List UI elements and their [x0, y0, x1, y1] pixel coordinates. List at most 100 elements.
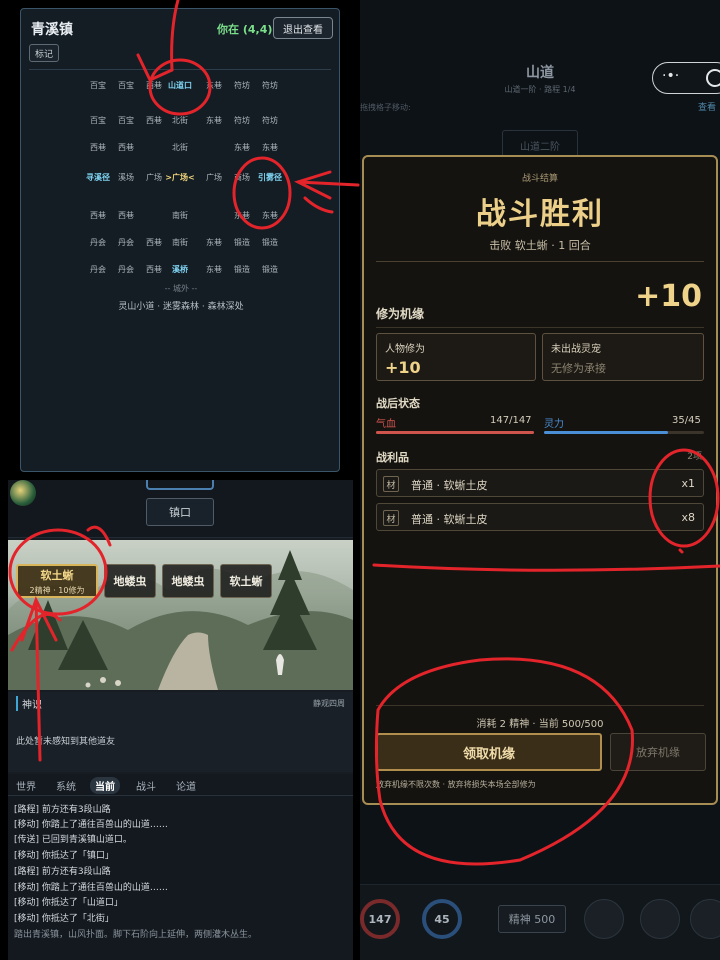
hp-label: 气血: [376, 419, 396, 430]
mp-orb: 45: [422, 899, 462, 939]
chat-log-panel: 世界 系统 当前 战斗 论道 [路程] 前方还有3段山路 [移动] 你踏上了通往…: [8, 774, 353, 960]
log-line: [移动] 你抵达了「镇口」: [14, 851, 114, 861]
map-cell[interactable]: 广场: [199, 171, 229, 185]
log-line-narration: 踏出青溪镇，山风扑面。脚下石阶向上延伸，两侧灌木丛生。: [14, 930, 258, 940]
map-cell[interactable]: 东巷: [199, 263, 229, 277]
mark-button[interactable]: 标记: [29, 44, 59, 62]
divider: [376, 705, 704, 706]
battle-summary: 击败 软土蜥 · 1 回合: [489, 239, 591, 252]
map-cell[interactable]: 东巷: [255, 141, 285, 155]
log-tabs: 世界 系统 当前 战斗 论道: [8, 774, 353, 796]
map-outside-places: 灵山小道 · 迷雾森林 · 森林深处: [118, 302, 244, 312]
route-area: 镇口: [8, 480, 353, 538]
map-cell[interactable]: 西巷: [83, 141, 113, 155]
enemy-card-1[interactable]: 软土蜥 2精神 · 10修为: [16, 564, 98, 598]
enemy-card-4[interactable]: 软土蜥: [220, 564, 272, 598]
claim-button[interactable]: 领取机缘: [376, 733, 602, 771]
map-cell[interactable]: 锻造: [227, 263, 257, 277]
map-cell[interactable]: 符坊: [227, 114, 257, 128]
tab-world[interactable]: 世界: [16, 778, 36, 793]
map-cell[interactable]: 山道口: [165, 79, 195, 93]
map-cell[interactable]: 符坊: [255, 114, 285, 128]
map-cell[interactable]: >广场<: [165, 171, 195, 185]
divider: [376, 327, 704, 328]
map-cell[interactable]: 西巷: [111, 209, 141, 223]
route-node-town[interactable]: 镇口: [146, 498, 214, 526]
gain-label: 修为机缘: [376, 307, 425, 321]
enemy-name: 地蝼虫: [171, 575, 205, 588]
map-cell[interactable]: 符坊: [227, 79, 257, 93]
loot-item[interactable]: 材 普通 · 软蜥土皮 x1: [376, 469, 704, 497]
map-cell[interactable]: 丹会: [111, 263, 141, 277]
map-cell[interactable]: 东巷: [199, 79, 229, 93]
map-cell[interactable]: 溪桥: [165, 263, 195, 277]
map-cell[interactable]: 丹会: [111, 236, 141, 250]
hp-bar: [376, 431, 534, 434]
forfeit-button[interactable]: 放弃机缘: [610, 733, 706, 771]
drag-hint: 拖拽格子移动:: [360, 103, 411, 112]
sword-icon[interactable]: [584, 899, 624, 939]
hp-orb-value: 147: [368, 912, 392, 926]
map-cell[interactable]: 商场: [227, 171, 257, 185]
map-cell[interactable]: 东巷: [227, 209, 257, 223]
tab-current[interactable]: 当前: [90, 777, 120, 794]
scene-landscape: 软土蜥 2精神 · 10修为 地蝼虫 地蝼虫 软土蜥: [8, 540, 353, 690]
map-cell[interactable]: 百宝: [111, 79, 141, 93]
tab-battle[interactable]: 战斗: [136, 778, 156, 793]
map-cell[interactable]: 北街: [165, 141, 195, 155]
town-map-panel: 青溪镇 你在 (4,4) 退出查看 标记 百宝 百宝 西巷 山道口 东巷 符坊 符坊 百宝 百宝…: [20, 8, 340, 472]
route-node-current[interactable]: [146, 480, 214, 490]
post-battle-label: 战后状态: [376, 397, 420, 410]
map-cell[interactable]: 溪场: [111, 171, 141, 185]
enemy-card-3[interactable]: 地蝼虫: [162, 564, 214, 598]
loot-item[interactable]: 材 普通 · 软蜥土皮 x8: [376, 503, 704, 531]
exit-view-button[interactable]: 退出查看: [273, 17, 333, 39]
map-cell[interactable]: 南街: [165, 209, 195, 223]
map-cell[interactable]: 锻造: [255, 236, 285, 250]
mp-orb-value: 45: [434, 912, 450, 926]
map-cell[interactable]: 符坊: [255, 79, 285, 93]
enemy-name: 软土蜥: [40, 568, 74, 582]
tab-system[interactable]: 系统: [56, 778, 76, 793]
map-title: 青溪镇: [31, 22, 73, 38]
log-line: [移动] 你踏上了通往百兽山的山道……: [14, 820, 168, 830]
material-tag: 材: [383, 510, 399, 526]
loot-name: 普通 · 软蜥土皮: [411, 479, 488, 492]
map-cell[interactable]: 锻造: [227, 236, 257, 250]
bag-icon[interactable]: [690, 899, 720, 939]
map-cell[interactable]: 东巷: [199, 236, 229, 250]
map-cell[interactable]: 西巷: [83, 209, 113, 223]
enemy-card-2[interactable]: 地蝼虫: [104, 564, 156, 598]
log-line: [移动] 你踏上了通往百兽山的山道……: [14, 883, 168, 893]
map-cell[interactable]: 锻造: [255, 263, 285, 277]
map-cell[interactable]: 西巷: [111, 141, 141, 155]
map-cell[interactable]: 丹会: [83, 236, 113, 250]
tab-discuss[interactable]: 论道: [176, 778, 196, 793]
loot-count: 2项: [687, 452, 702, 462]
map-cell[interactable]: 东巷: [227, 141, 257, 155]
sense-section: 神识 静观四周 此处暂未感知到其他道友: [8, 692, 353, 772]
character-icon[interactable]: [640, 899, 680, 939]
map-cell[interactable]: 南街: [165, 236, 195, 250]
map-cell[interactable]: 百宝: [111, 114, 141, 128]
battle-result-modal: 战斗结算 战斗胜利 击败 软土蜥 · 1 回合 修为机缘 +10 人物修为 +1…: [362, 155, 718, 805]
more-icon[interactable]: ·•·: [662, 68, 679, 84]
look-button[interactable]: 查看: [698, 100, 716, 113]
sense-text: 此处暂未感知到其他道友: [16, 737, 116, 747]
hp-bar-fill: [376, 431, 534, 434]
log-line: [移动] 你抵达了「山道口」: [14, 898, 123, 908]
character-gain-label: 人物修为: [385, 344, 425, 355]
map-cell[interactable]: 百宝: [83, 114, 113, 128]
map-cell[interactable]: 百宝: [83, 79, 113, 93]
log-line: [传送] 已回到青溪镇山道口。: [14, 835, 132, 845]
observe-button[interactable]: 静观四周: [313, 698, 345, 709]
log-line: [路程] 前方还有3段山路: [14, 867, 111, 877]
map-cell[interactable]: 东巷: [199, 114, 229, 128]
map-cell[interactable]: 丹会: [83, 263, 113, 277]
map-cell[interactable]: 东巷: [255, 209, 285, 223]
map-cell[interactable]: 寻溪径: [83, 171, 113, 185]
map-cell[interactable]: 引雾径: [255, 171, 285, 185]
map-cell[interactable]: 北街: [165, 114, 195, 128]
close-ring-icon[interactable]: [706, 69, 720, 87]
material-tag: 材: [383, 476, 399, 492]
